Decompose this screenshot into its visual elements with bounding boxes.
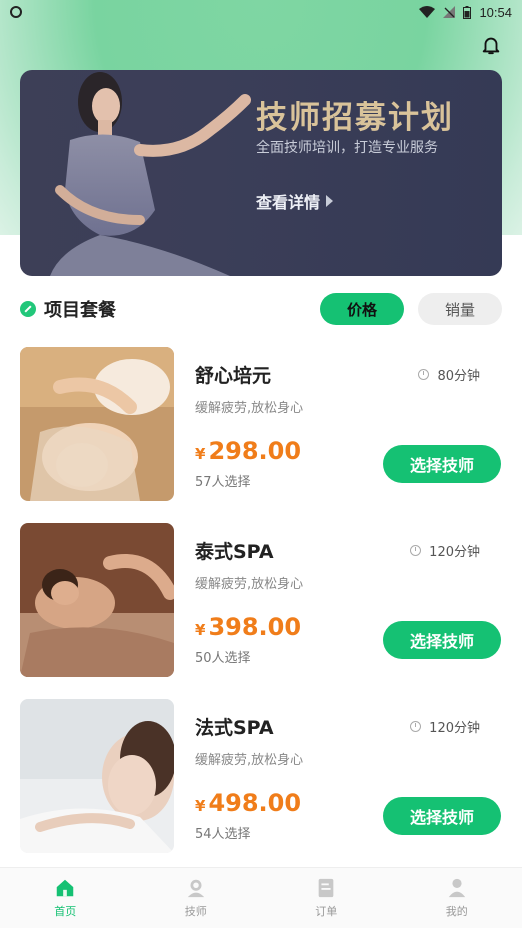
price-currency: ¥ [195,621,206,639]
wifi-icon [419,6,436,18]
package-price: ¥ 498.00 [195,789,301,817]
package-sold-count: 54人选择 [195,827,251,842]
package-duration: 120分钟 [410,717,480,736]
package-section-header: 项目套餐 价格 销量 [20,292,502,326]
duration-text: 120分钟 [429,545,480,560]
duration-text: 120分钟 [429,721,480,736]
choose-technician-button[interactable]: 选择技师 [383,621,501,659]
banner-more-label: 查看详情 [256,193,321,212]
tab-label: 我的 [445,905,468,918]
signal-icon [443,6,456,18]
banner-subtitle: 全面技师培训，打造专业服务 [256,140,438,156]
package-desc: 缓解疲劳,放松身心 [195,577,304,592]
tab-profile[interactable]: 我的 [392,868,522,928]
package-name: 法式SPA [195,717,274,739]
clock-time: 10:54 [479,4,512,20]
app-status-icon [10,6,22,18]
package-duration: 120分钟 [410,541,480,560]
battery-icon [463,5,472,19]
bell-icon[interactable] [480,34,502,56]
package-duration: 80分钟 [418,365,480,384]
package-image [20,347,174,501]
banner-title: 技师招募计划 [256,100,454,136]
clock-icon [410,545,422,556]
price-amount: 398.00 [208,613,302,641]
price-currency: ¥ [195,797,206,815]
banner-model-image [50,72,251,276]
package-image [20,523,174,677]
clock-icon [410,721,422,732]
tab-label: 首页 [54,905,77,918]
package-image [20,699,174,853]
sort-tabs: 价格 销量 [320,293,502,325]
bottom-tab-bar: 首页 技师 订单 我的 [0,867,522,928]
tab-price[interactable]: 价格 [320,293,404,325]
profile-icon [448,878,465,898]
tab-home[interactable]: 首页 [0,868,131,928]
banner-more-link[interactable]: 查看详情 [256,189,334,213]
package-name: 泰式SPA [195,541,274,563]
tab-label: 技师 [184,905,207,918]
percent-badge-icon [20,301,36,317]
price-amount: 298.00 [208,437,302,465]
chevron-right-icon [326,195,334,207]
tab-sales[interactable]: 销量 [418,293,502,325]
duration-text: 80分钟 [437,369,480,384]
status-bar: 10:54 [0,0,522,24]
tab-label: 订单 [315,905,338,918]
package-desc: 缓解疲劳,放松身心 [195,753,304,768]
package-desc: 缓解疲劳,放松身心 [195,401,304,416]
clock-icon [418,369,430,380]
package-name: 舒心培元 [195,365,272,387]
order-icon [318,878,334,898]
package-sold-count: 50人选择 [195,651,251,666]
choose-technician-button[interactable]: 选择技师 [383,445,501,483]
tab-orders[interactable]: 订单 [261,868,392,928]
section-title: 项目套餐 [44,300,116,321]
package-card[interactable]: 舒心培元 80分钟 缓解疲劳,放松身心 ¥ 298.00 57人选择 选择技师 [20,347,502,501]
package-sold-count: 57人选择 [195,475,251,490]
price-amount: 498.00 [208,789,302,817]
package-card[interactable]: 泰式SPA 120分钟 缓解疲劳,放松身心 ¥ 398.00 50人选择 选择技… [20,523,502,677]
tab-technician[interactable]: 技师 [131,868,262,928]
price-currency: ¥ [195,445,206,463]
package-price: ¥ 298.00 [195,437,301,465]
package-price: ¥ 398.00 [195,613,301,641]
package-card[interactable]: 法式SPA 120分钟 缓解疲劳,放松身心 ¥ 498.00 54人选择 选择技… [20,699,502,853]
recruit-banner[interactable]: 技师招募计划 全面技师培训，打造专业服务 查看详情 [20,70,502,276]
home-icon [57,879,74,897]
choose-technician-button[interactable]: 选择技师 [383,797,501,835]
technician-icon [187,879,204,898]
